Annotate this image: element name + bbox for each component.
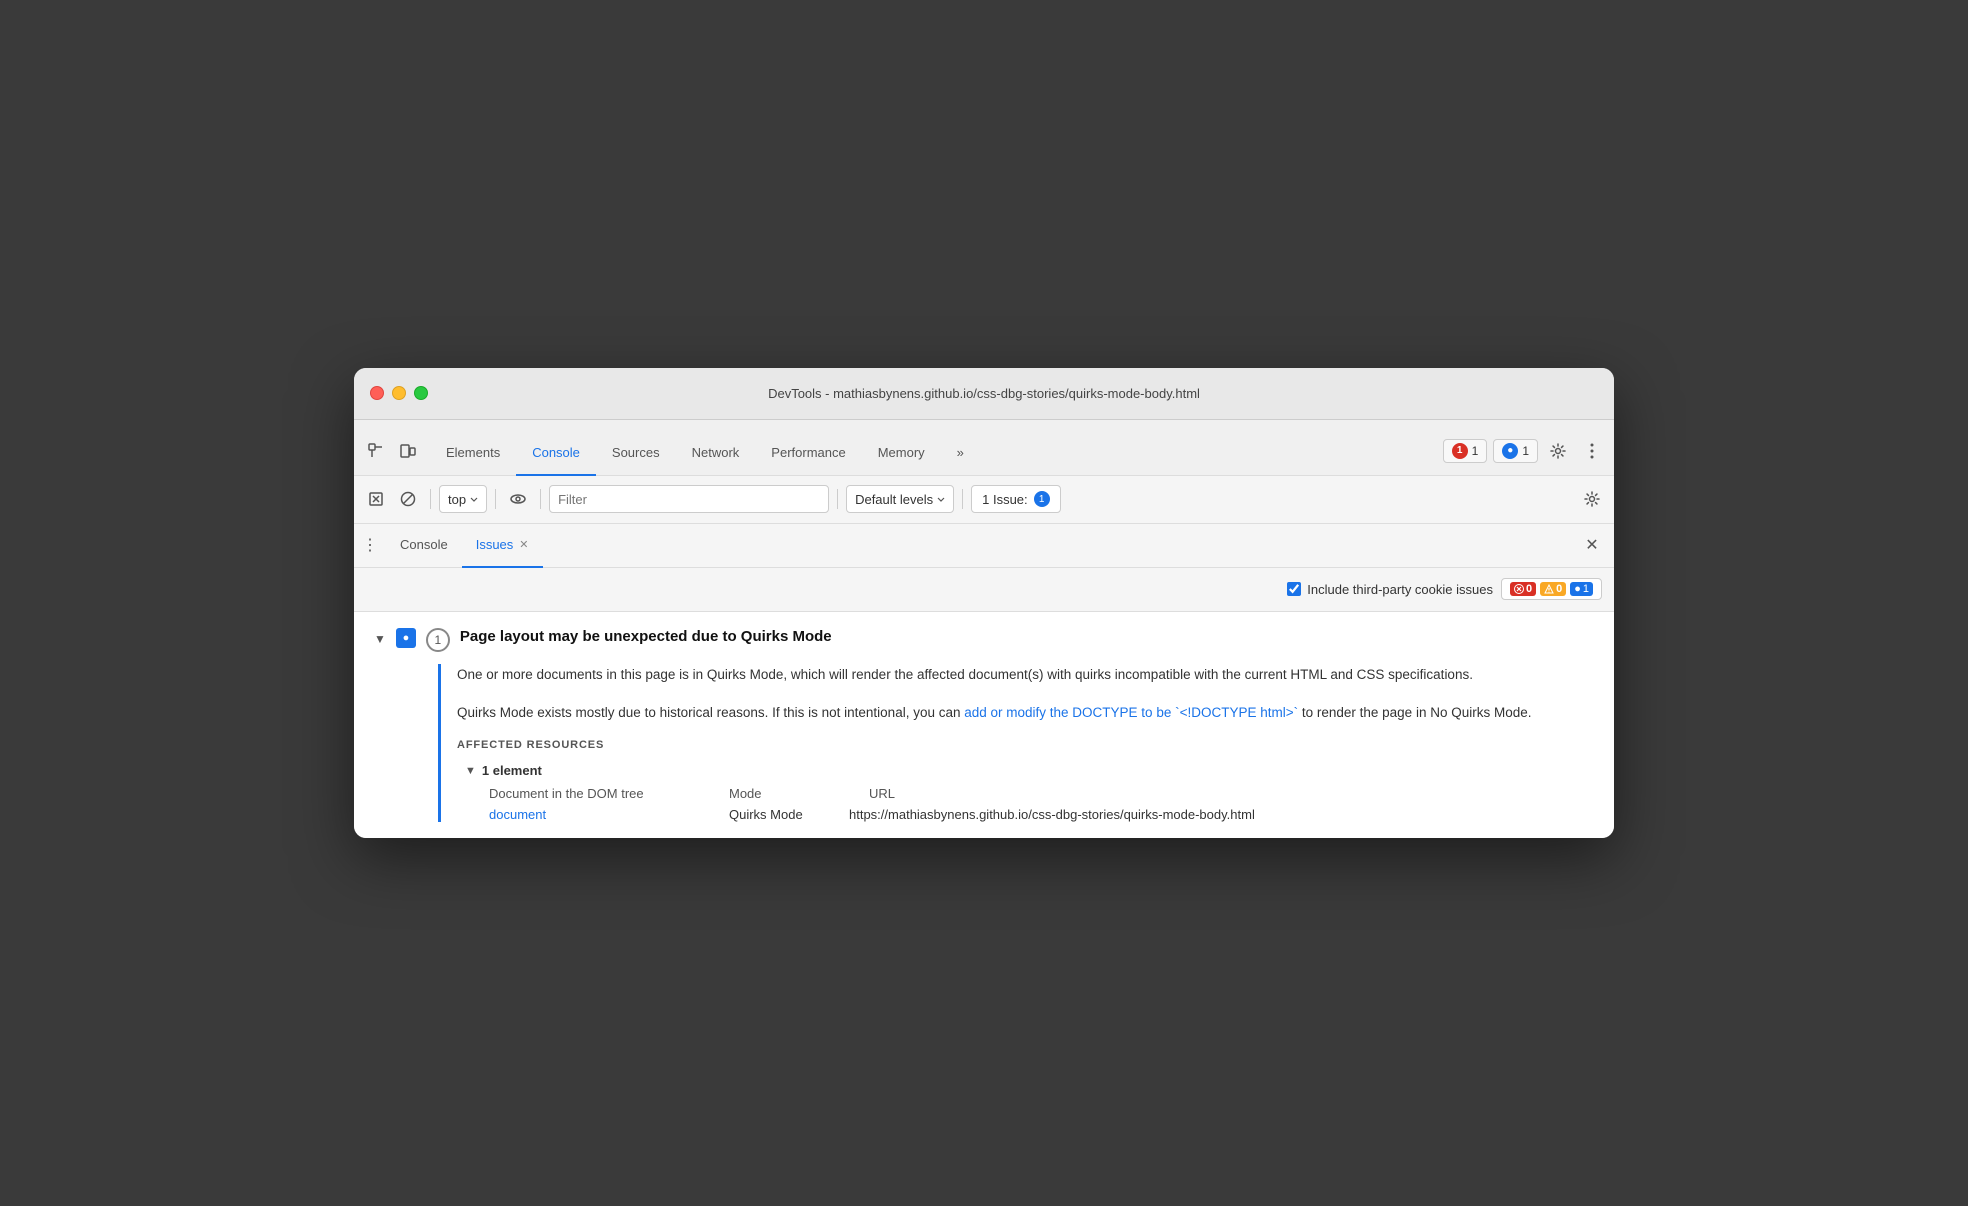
window-title: DevTools - mathiasbynens.github.io/css-d… bbox=[768, 386, 1200, 401]
issues-filter-bar: Include third-party cookie issues 0 0 ● … bbox=[354, 568, 1614, 612]
resource-count: 1 element bbox=[482, 763, 542, 778]
info-badge: ● bbox=[1502, 443, 1518, 459]
toolbar-divider-3 bbox=[540, 489, 541, 509]
tab-network[interactable]: Network bbox=[676, 432, 756, 476]
console-toolbar: top Default levels 1 Issue: 1 bbox=[354, 476, 1614, 524]
resource-chevron-icon[interactable]: ▼ bbox=[465, 765, 476, 777]
issue-filter-badges: 0 0 ● 1 bbox=[1501, 578, 1602, 600]
info-filter-badge[interactable]: ● 1 bbox=[1570, 582, 1593, 596]
toolbar-divider-2 bbox=[495, 489, 496, 509]
issues-content: ▼ ● 1 Page layout may be unexpected due … bbox=[354, 612, 1614, 838]
levels-dropdown[interactable]: Default levels bbox=[846, 485, 954, 513]
issue-header-row: ▼ ● 1 Page layout may be unexpected due … bbox=[374, 628, 1594, 652]
tab-elements[interactable]: Elements bbox=[430, 432, 516, 476]
tab-sources[interactable]: Sources bbox=[596, 432, 676, 476]
filter-input[interactable] bbox=[549, 485, 829, 513]
device-toolbar-icon[interactable] bbox=[394, 437, 422, 465]
document-link[interactable]: document bbox=[489, 807, 546, 822]
toolbar-icons-left bbox=[362, 437, 422, 475]
issue-type-icon: ● bbox=[396, 628, 416, 648]
resource-doc-link-cell: document bbox=[489, 807, 689, 822]
resource-mode-cell: Quirks Mode bbox=[729, 807, 809, 822]
toolbar-divider-4 bbox=[837, 489, 838, 509]
block-icon[interactable] bbox=[394, 485, 422, 513]
sec-tab-issues[interactable]: Issues ✕ bbox=[462, 524, 543, 568]
traffic-lights bbox=[370, 386, 428, 400]
devtools-window: DevTools - mathiasbynens.github.io/css-d… bbox=[354, 368, 1614, 838]
third-party-cookie-checkbox-label[interactable]: Include third-party cookie issues bbox=[1287, 582, 1493, 597]
affected-resources-label: AFFECTED RESOURCES bbox=[457, 739, 1594, 751]
issue-count-badge: 1 bbox=[426, 628, 450, 652]
error-filter-badge[interactable]: 0 bbox=[1510, 582, 1536, 596]
panel-close-icon[interactable]: ✕ bbox=[1578, 531, 1606, 559]
content-area: ⋮ Console Issues ✕ ✕ Include third-party… bbox=[354, 524, 1614, 838]
toolbar-right: 1 1 ● 1 bbox=[1443, 437, 1606, 475]
resource-url-cell: https://mathiasbynens.github.io/css-dbg-… bbox=[849, 807, 1255, 822]
resource-table-row: document Quirks Mode https://mathiasbyne… bbox=[489, 807, 1594, 822]
issues-tab-close-icon[interactable]: ✕ bbox=[519, 538, 528, 551]
secondary-tab-bar: ⋮ Console Issues ✕ ✕ bbox=[354, 524, 1614, 568]
issue-description-1: One or more documents in this page is in… bbox=[457, 664, 1594, 686]
resource-table: Document in the DOM tree Mode URL docume… bbox=[489, 786, 1594, 822]
error-badge: 1 bbox=[1452, 443, 1468, 459]
issue-title: Page layout may be unexpected due to Qui… bbox=[460, 628, 832, 645]
settings-icon[interactable] bbox=[1544, 437, 1572, 465]
toolbar-divider-5 bbox=[962, 489, 963, 509]
third-party-cookie-checkbox[interactable] bbox=[1287, 582, 1301, 596]
resource-tree: ▼ 1 element Document in the DOM tree Mod… bbox=[465, 763, 1594, 822]
title-bar: DevTools - mathiasbynens.github.io/css-d… bbox=[354, 368, 1614, 420]
error-count-button[interactable]: 1 1 bbox=[1443, 439, 1488, 463]
info-count-button[interactable]: ● 1 bbox=[1493, 439, 1538, 463]
tab-more[interactable]: » bbox=[941, 432, 980, 476]
minimize-button[interactable] bbox=[392, 386, 406, 400]
toolbar-divider-1 bbox=[430, 489, 431, 509]
issue-description-2: Quirks Mode exists mostly due to histori… bbox=[457, 702, 1594, 724]
console-settings-icon[interactable] bbox=[1578, 485, 1606, 513]
tab-memory[interactable]: Memory bbox=[862, 432, 941, 476]
issues-badge-button[interactable]: 1 Issue: 1 bbox=[971, 485, 1061, 513]
secondary-menu-icon[interactable]: ⋮ bbox=[362, 535, 378, 555]
issues-info-badge: 1 bbox=[1034, 491, 1050, 507]
context-selector[interactable]: top bbox=[439, 485, 487, 513]
resource-table-header: Document in the DOM tree Mode URL bbox=[489, 786, 1594, 801]
clear-console-icon[interactable] bbox=[362, 485, 390, 513]
element-picker-icon[interactable] bbox=[362, 437, 390, 465]
close-button[interactable] bbox=[370, 386, 384, 400]
warning-filter-badge[interactable]: 0 bbox=[1540, 582, 1566, 596]
issue-body: One or more documents in this page is in… bbox=[438, 664, 1594, 822]
issue-chevron-icon[interactable]: ▼ bbox=[374, 632, 386, 646]
maximize-button[interactable] bbox=[414, 386, 428, 400]
issue-link[interactable]: add or modify the DOCTYPE to be `<!DOCTY… bbox=[964, 705, 1298, 720]
resource-tree-row: ▼ 1 element bbox=[465, 763, 1594, 778]
eye-icon[interactable] bbox=[504, 485, 532, 513]
tab-console[interactable]: Console bbox=[516, 432, 596, 476]
main-tab-bar: Elements Console Sources Network Perform… bbox=[354, 420, 1614, 476]
toolbar-right-gear bbox=[1578, 485, 1606, 513]
tab-performance[interactable]: Performance bbox=[755, 432, 861, 476]
more-options-icon[interactable] bbox=[1578, 437, 1606, 465]
sec-tab-console[interactable]: Console bbox=[386, 524, 462, 568]
